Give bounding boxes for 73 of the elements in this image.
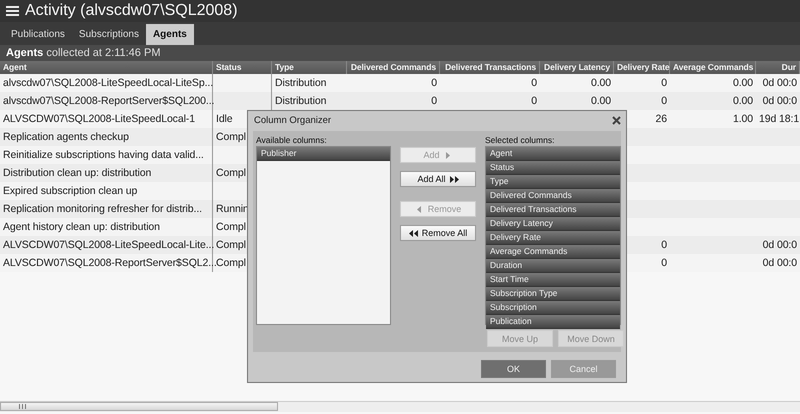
table-cell: 0d 00:0: [762, 239, 797, 251]
table-cell: 0: [661, 257, 667, 269]
table-cell: 0: [431, 77, 437, 89]
double-right-triangle-icon: [450, 174, 459, 184]
list-item[interactable]: Delivery Latency: [486, 217, 620, 231]
table-cell: 0.00: [590, 77, 611, 89]
tab[interactable]: Agents: [146, 24, 194, 45]
tab[interactable]: Publications: [4, 24, 72, 45]
list-item[interactable]: Publisher: [257, 147, 390, 161]
table-cell: 19d 18:1: [759, 113, 800, 125]
table-cell: alvscdw07\SQL2008-LiteSpeedLocal-LiteSp...: [3, 77, 214, 89]
table-cell: ALVSCDW07\SQL2008-LiteSpeedLocal-Lite...: [3, 239, 214, 251]
table-cell: 0: [661, 239, 667, 251]
table-cell: Compl: [216, 167, 246, 179]
table-cell: 0.00: [732, 95, 753, 107]
close-icon[interactable]: [612, 116, 621, 124]
table-cell: 0: [661, 77, 667, 89]
table-cell: Replication monitoring refresher for distrib...: [3, 203, 202, 215]
table-cell: 0: [531, 95, 537, 107]
dialog-title: Column Organizer: [254, 114, 332, 126]
scroll-thumb[interactable]: [0, 402, 278, 411]
table-cell: Expired subscription clean up: [3, 185, 138, 197]
table-cell: Replication agents checkup: [3, 131, 129, 143]
list-item[interactable]: Subscription Type: [486, 287, 620, 301]
list-box[interactable]: Publisher: [256, 146, 391, 325]
list-item[interactable]: Agent: [486, 147, 620, 161]
table-cell: alvscdw07\SQL2008-ReportServer$SQL200...: [3, 95, 214, 107]
list-item[interactable]: Duration: [486, 259, 620, 273]
table-cell: 0.00: [590, 95, 611, 107]
table-cell: 0d 00:0: [762, 77, 797, 89]
ok-button[interactable]: OK: [481, 360, 546, 378]
grip-icon: [19, 404, 26, 409]
table-cell: 0d 00:0: [762, 257, 797, 269]
list-item[interactable]: Publication: [486, 315, 620, 329]
table-cell: 26: [656, 113, 667, 125]
list-item[interactable]: Delivered Transactions: [486, 203, 620, 217]
table-cell: 0: [531, 77, 537, 89]
table-cell: ALVSCDW07\SQL2008-ReportServer$SQL2...: [3, 257, 217, 269]
menu-icon[interactable]: [6, 5, 19, 17]
table-cell: 0.00: [732, 77, 753, 89]
table-cell: ALVSCDW07\SQL2008-LiteSpeedLocal-1: [3, 113, 195, 125]
list-item[interactable]: Status: [486, 161, 620, 175]
table-cell: Reinitialize subscriptions having data valid...: [3, 149, 204, 161]
list-item[interactable]: Delivery Rate: [486, 231, 620, 245]
horizontal-scrollbar[interactable]: [0, 401, 800, 412]
list-item[interactable]: Start Time: [486, 273, 620, 287]
list-label: Selected columns:: [485, 135, 556, 146]
table-cell: Agent history clean up: distribution: [3, 221, 160, 233]
table-cell: Compl: [216, 257, 246, 269]
list-label: Available columns:: [256, 135, 328, 146]
collected-at-label: Agents collected at 2:11:46 PM: [6, 47, 160, 59]
table-cell: 0: [661, 95, 667, 107]
list-item[interactable]: Subscription: [486, 301, 620, 315]
table-cell: Compl: [216, 131, 246, 143]
tab[interactable]: Subscriptions: [72, 24, 146, 45]
table-cell: Compl: [216, 239, 246, 251]
list-item[interactable]: Type: [486, 175, 620, 189]
left-triangle-icon: [414, 204, 424, 214]
list-item[interactable]: Average Commands: [486, 245, 620, 259]
list-item[interactable]: Delivered Commands: [486, 189, 620, 203]
table-cell: 1.00: [732, 113, 753, 125]
table-cell: 0d 00:0: [762, 95, 797, 107]
table-cell: Distribution clean up: distribution: [3, 167, 152, 179]
table-cell: 0: [431, 95, 437, 107]
table-cell: Idle: [216, 113, 233, 125]
right-triangle-icon: [444, 150, 452, 160]
double-left-triangle-icon: [408, 228, 418, 238]
transfer-button[interactable]: Remove All: [400, 225, 476, 241]
table-cell: Distribution: [275, 95, 326, 107]
table-cell: Distribution: [275, 77, 326, 89]
transfer-button[interactable]: Add All: [400, 171, 476, 187]
window-title: Activity (alvscdw07\SQL2008): [25, 2, 238, 20]
table-cell: Compl: [216, 221, 246, 233]
